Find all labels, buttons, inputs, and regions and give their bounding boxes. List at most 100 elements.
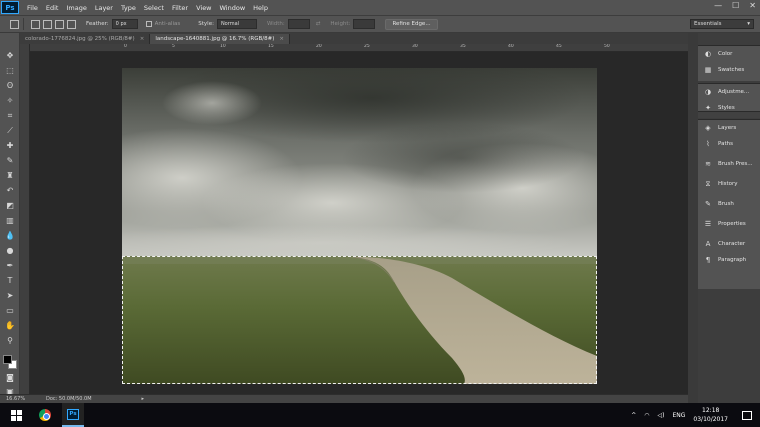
swap-icon[interactable]: ⇄ bbox=[316, 21, 321, 27]
ruler-label: 40 bbox=[508, 44, 514, 49]
panel-label: Color bbox=[718, 51, 733, 57]
panel-group-header[interactable] bbox=[698, 111, 760, 118]
status-menu-arrow-icon[interactable]: ▸ bbox=[142, 396, 145, 402]
antialias-checkbox[interactable] bbox=[145, 21, 152, 27]
panel-paths-button[interactable]: ⌇ Paths bbox=[698, 136, 760, 152]
minimize-button[interactable]: — bbox=[714, 1, 722, 10]
network-icon[interactable]: ◠ bbox=[644, 412, 649, 419]
menu-view[interactable]: View bbox=[196, 4, 211, 12]
menu-edit[interactable]: Edit bbox=[46, 4, 59, 12]
menu-help[interactable]: Help bbox=[253, 4, 268, 12]
new-selection-icon[interactable] bbox=[31, 19, 40, 29]
taskbar-chrome[interactable] bbox=[34, 403, 56, 427]
panel-styles-button[interactable]: ✦ Styles bbox=[698, 100, 760, 111]
tab-label: colorado-1776824.jpg @ 25% (RGB/8#) bbox=[25, 36, 135, 42]
menu-filter[interactable]: Filter bbox=[172, 4, 188, 12]
panel-collapse-strip[interactable] bbox=[688, 33, 698, 403]
marquee-tool-preset-icon[interactable] bbox=[10, 19, 19, 29]
language-indicator[interactable]: ENG bbox=[672, 412, 685, 419]
swatches-icon: ▦ bbox=[704, 66, 712, 74]
menu-type[interactable]: Type bbox=[121, 4, 136, 12]
ruler-label: 10 bbox=[220, 44, 226, 49]
adjustments-panel-group: ◑ Adjustme... ✦ Styles bbox=[698, 83, 760, 111]
zoom-level[interactable]: 16.67% bbox=[6, 396, 46, 402]
clock[interactable]: 12:18 03/10/2017 bbox=[693, 406, 728, 424]
lasso-tool-icon[interactable]: ʘ bbox=[4, 81, 16, 91]
move-tool-icon[interactable]: ✥ bbox=[4, 51, 16, 61]
hand-tool-icon[interactable]: ✋ bbox=[4, 321, 16, 331]
document-tab-bar: colorado-1776824.jpg @ 25% (RGB/8#) × la… bbox=[20, 33, 688, 44]
panel-layers-button[interactable]: ◈ Layers bbox=[698, 120, 760, 136]
maximize-button[interactable]: ☐ bbox=[732, 1, 739, 10]
panel-color-button[interactable]: ◐ Color bbox=[698, 46, 760, 62]
crop-tool-icon[interactable]: ⌗ bbox=[4, 111, 16, 121]
close-tab-icon[interactable]: × bbox=[140, 36, 145, 42]
photoshop-logo[interactable]: Ps bbox=[1, 1, 19, 14]
panel-adjustments-button[interactable]: ◑ Adjustme... bbox=[698, 84, 760, 100]
style-label: Style: bbox=[198, 21, 214, 27]
workspace-label: Essentials bbox=[694, 21, 722, 27]
dodge-tool-icon[interactable]: ● bbox=[4, 246, 16, 256]
add-selection-icon[interactable] bbox=[43, 19, 52, 29]
subtract-selection-icon[interactable] bbox=[55, 19, 64, 29]
system-tray: ^ ◠ ◁) ENG 12:18 03/10/2017 bbox=[631, 403, 760, 427]
canvas-workspace[interactable] bbox=[30, 52, 688, 394]
zoom-tool-icon[interactable]: ⚲ bbox=[4, 336, 16, 346]
intersect-selection-icon[interactable] bbox=[67, 19, 76, 29]
menu-layer[interactable]: Layer bbox=[95, 4, 113, 12]
menu-file[interactable]: File bbox=[27, 4, 38, 12]
workspace-select[interactable]: Essentials ▾ bbox=[690, 19, 754, 29]
eraser-tool-icon[interactable]: ◩ bbox=[4, 201, 16, 211]
refine-edge-button[interactable]: Refine Edge... bbox=[385, 18, 438, 30]
clone-stamp-tool-icon[interactable]: ♜ bbox=[4, 171, 16, 181]
width-label: Width: bbox=[266, 21, 285, 27]
quick-mask-icon[interactable]: ◙ bbox=[4, 373, 16, 383]
ruler-label: 35 bbox=[460, 44, 466, 49]
panel-swatches-button[interactable]: ▦ Swatches bbox=[698, 62, 760, 78]
tab-landscape[interactable]: landscape-1640881.jpg @ 16.7% (RGB/8#) × bbox=[150, 34, 290, 44]
selection-marquee[interactable] bbox=[122, 256, 597, 384]
blur-tool-icon[interactable]: 💧 bbox=[4, 231, 16, 241]
style-select[interactable]: Normal bbox=[216, 19, 257, 29]
panel-character-button[interactable]: A Character bbox=[698, 236, 760, 252]
width-input[interactable] bbox=[287, 19, 310, 29]
panel-history-button[interactable]: ⧖ History bbox=[698, 176, 760, 192]
eyedropper-tool-icon[interactable]: ⟋ bbox=[4, 126, 16, 136]
menu-select[interactable]: Select bbox=[144, 4, 164, 12]
windows-start-icon[interactable] bbox=[6, 409, 26, 421]
menu-image[interactable]: Image bbox=[66, 4, 86, 12]
rectangle-tool-icon[interactable]: ▭ bbox=[4, 306, 16, 316]
history-brush-tool-icon[interactable]: ↶ bbox=[4, 186, 16, 196]
tab-colorado[interactable]: colorado-1776824.jpg @ 25% (RGB/8#) × bbox=[20, 34, 151, 44]
marquee-tool-icon[interactable]: ⬚ bbox=[4, 66, 16, 76]
menu-window[interactable]: Window bbox=[220, 4, 246, 12]
foreground-color-swatch[interactable] bbox=[3, 355, 12, 364]
healing-brush-tool-icon[interactable]: ✚ bbox=[4, 141, 16, 151]
quick-selection-tool-icon[interactable]: ✧ bbox=[4, 96, 16, 106]
type-tool-icon[interactable]: T bbox=[4, 276, 16, 286]
panel-label: Layers bbox=[718, 125, 737, 131]
document-image[interactable] bbox=[122, 68, 597, 384]
close-tab-icon[interactable]: × bbox=[279, 36, 284, 42]
doc-size: Doc: 50.0M/50.0M bbox=[46, 396, 92, 402]
taskbar-photoshop[interactable]: Ps bbox=[62, 403, 84, 427]
gradient-tool-icon[interactable]: ▥ bbox=[4, 216, 16, 226]
panel-label: Brush Pres... bbox=[718, 161, 753, 167]
notifications-icon[interactable] bbox=[742, 410, 752, 420]
history-icon: ⧖ bbox=[705, 179, 711, 188]
tools-panel: ✥ ⬚ ʘ ✧ ⌗ ⟋ ✚ ✎ ♜ ↶ ◩ ▥ 💧 ● ✒ T ➤ ▭ ✋ ⚲ … bbox=[0, 33, 20, 396]
panel-paragraph-button[interactable]: ¶ Paragraph bbox=[698, 252, 760, 268]
panel-properties-button[interactable]: ☰ Properties bbox=[698, 216, 760, 232]
horizontal-ruler[interactable]: 0 5 10 15 20 25 30 35 40 45 50 bbox=[30, 44, 688, 52]
height-input[interactable] bbox=[353, 19, 376, 29]
panel-brush-button[interactable]: ✎ Brush bbox=[698, 196, 760, 212]
pen-tool-icon[interactable]: ✒ bbox=[4, 261, 16, 271]
panel-brush-presets-button[interactable]: ≋ Brush Pres... bbox=[698, 156, 760, 172]
path-selection-tool-icon[interactable]: ➤ bbox=[4, 291, 16, 301]
feather-input[interactable]: 0 px bbox=[111, 19, 138, 29]
close-button[interactable]: ✕ bbox=[749, 1, 756, 10]
volume-icon[interactable]: ◁) bbox=[658, 412, 665, 419]
brush-tool-icon[interactable]: ✎ bbox=[4, 156, 16, 166]
chevron-up-icon[interactable]: ^ bbox=[631, 412, 636, 419]
vertical-ruler[interactable] bbox=[20, 44, 30, 394]
